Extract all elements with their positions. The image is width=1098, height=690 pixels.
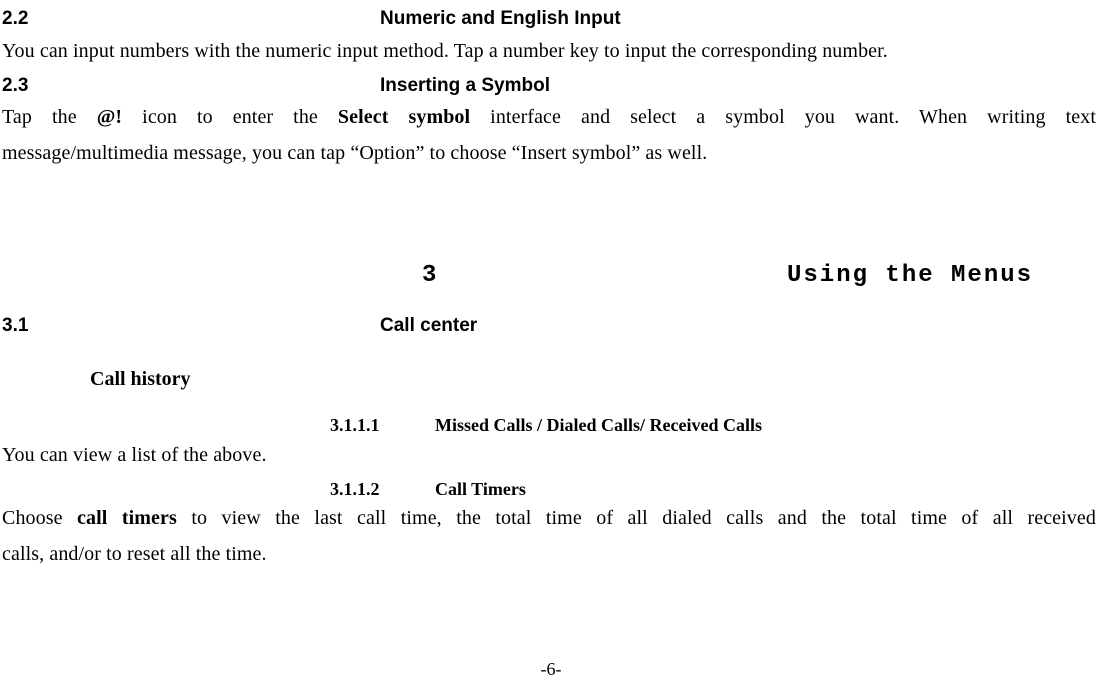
section-2-2-number: 2.2 [2,6,380,33]
section-3-1-1-1-text: You can view a list of the above. [2,441,1096,469]
section-3-1-1-1-title: Missed Calls / Dialed Calls/ Received Ca… [435,413,762,438]
section-2-3-title: Inserting a Symbol [380,73,1096,100]
s3112-l1-a: Choose [2,507,77,529]
section-3-1-1-2-line2: calls, and/or to reset all the time. [2,540,1096,568]
chapter-3-number: 3 [422,259,787,293]
section-3-1-1-2-title: Call Timers [435,477,526,502]
s23-l1-e: interface and select a symbol you want. … [470,106,1096,128]
section-3-1-1-2-row: 3.1.1.2 Call Timers [2,477,1096,502]
s23-l1-c: icon to enter the [122,106,338,128]
section-2-3-line2: message/multimedia message, you can tap … [2,139,1096,167]
page-number: -6- [2,657,1098,682]
s23-l1-b: @! [97,106,122,128]
section-3-1-1-1-number: 3.1.1.1 [330,413,435,438]
section-2-3-line1: Tap the @! icon to enter the Select symb… [2,103,1096,131]
section-2-2-title: Numeric and English Input [380,6,1096,33]
section-3-1-1-2-line1: Choose call timers to view the last call… [2,504,1096,532]
chapter-3-title: Using the Menus [787,259,1033,293]
section-2-2-text: You can input numbers with the numeric i… [2,37,1096,65]
section-3-1-row: 3.1 Call center [2,313,1096,340]
s3112-l1-c: to view the last call time, the total ti… [177,507,1096,529]
section-3-1-1-2-number: 3.1.1.2 [330,477,435,502]
chapter-3-row: 3 Using the Menus [2,259,1096,293]
section-2-3-number: 2.3 [2,73,380,100]
section-3-1-1-1-row: 3.1.1.1 Missed Calls / Dialed Calls/ Rec… [2,413,1096,438]
section-3-1-number: 3.1 [2,313,380,340]
section-2-2-row: 2.2 Numeric and English Input [2,6,1096,33]
section-2-3-row: 2.3 Inserting a Symbol [2,73,1096,100]
section-3-1-title: Call center [380,313,1096,340]
subheading-call-history: Call history [90,365,1096,393]
s23-l1-a: Tap the [2,106,97,128]
s23-l1-d: Select symbol [338,106,470,128]
s3112-l1-b: call timers [77,507,177,529]
